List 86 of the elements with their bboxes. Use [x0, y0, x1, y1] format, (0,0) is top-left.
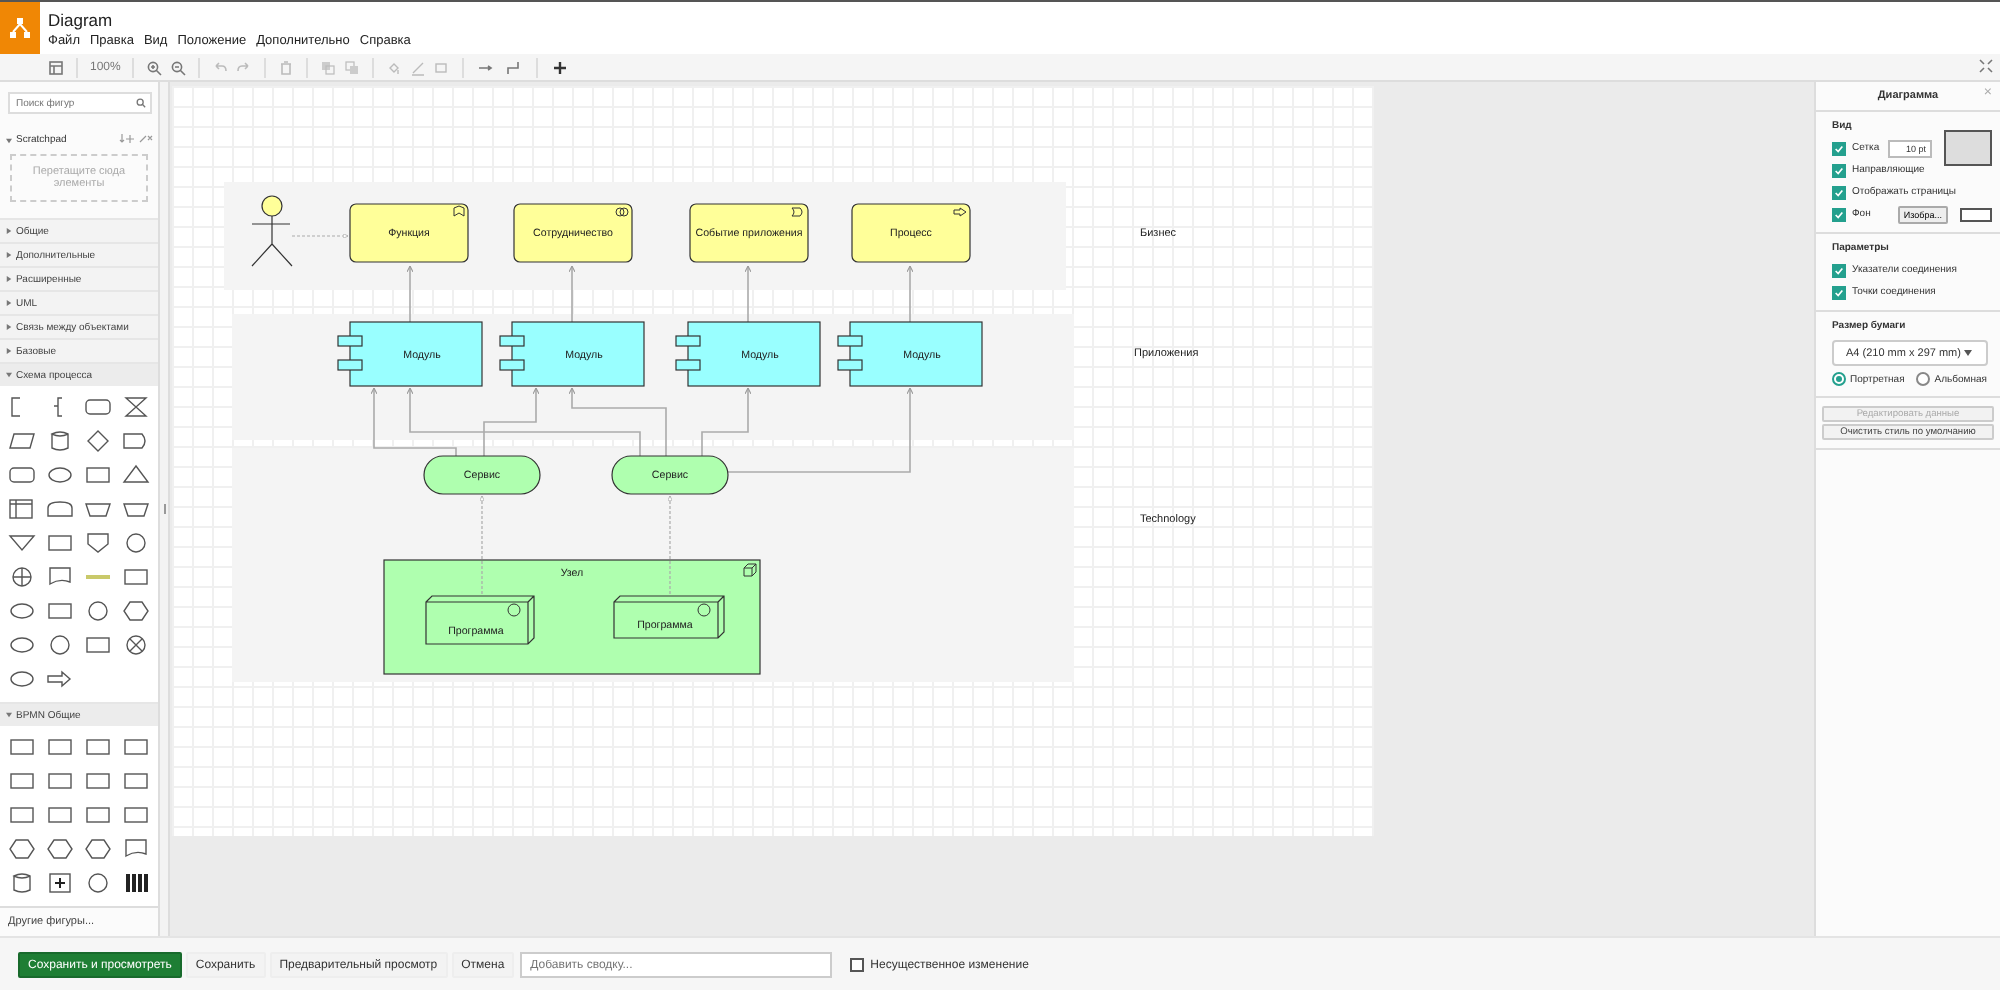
shape-icon[interactable] — [8, 634, 36, 656]
color-swatch[interactable] — [1944, 130, 1992, 166]
caret-icon[interactable] — [6, 372, 12, 378]
document-title: Diagram — [48, 10, 115, 30]
element-type-icon — [953, 207, 967, 217]
shape-icon[interactable] — [84, 430, 112, 452]
business-element-box[interactable] — [513, 203, 633, 263]
shape-icon[interactable] — [8, 872, 36, 894]
shape-icon[interactable] — [46, 498, 74, 520]
connector-arrow[interactable] — [406, 265, 414, 323]
shape-icon[interactable] — [8, 532, 36, 554]
caret-icon[interactable] — [6, 712, 12, 718]
element-type-icon — [791, 207, 803, 217]
caret-icon[interactable] — [6, 324, 12, 330]
actor-figure[interactable] — [251, 195, 293, 267]
page-view-icon[interactable] — [48, 59, 64, 75]
shape-icon[interactable] — [46, 430, 74, 452]
artifact-box[interactable] — [425, 595, 535, 645]
shape-icon[interactable] — [46, 668, 74, 690]
checkbox[interactable] — [1832, 263, 1846, 277]
shape-icon[interactable] — [84, 532, 112, 554]
caret-icon[interactable] — [6, 276, 12, 282]
checkbox[interactable] — [1832, 163, 1846, 177]
zoom-in-icon[interactable] — [146, 59, 163, 75]
checkbox[interactable] — [1832, 285, 1846, 299]
connector-arrow[interactable] — [568, 265, 576, 323]
caret-icon[interactable] — [6, 252, 12, 258]
business-element-box[interactable] — [349, 203, 469, 263]
connector-arrow[interactable] — [744, 265, 752, 323]
radio-button[interactable] — [1916, 372, 1931, 386]
fill-color-icon[interactable] — [386, 59, 403, 75]
shape-icon[interactable] — [84, 600, 112, 622]
zoom-out-icon[interactable] — [170, 59, 187, 75]
service-shape[interactable] — [423, 455, 541, 495]
connection-icon[interactable] — [476, 59, 497, 75]
shape-icon[interactable] — [122, 634, 150, 656]
checkbox[interactable] — [1832, 207, 1846, 221]
caret-icon[interactable] — [6, 348, 12, 354]
fullscreen-icon[interactable] — [1978, 57, 1994, 73]
radio-button[interactable] — [1832, 372, 1846, 386]
scratchpad-tools-icon[interactable] — [118, 133, 154, 147]
component-box[interactable] — [337, 321, 483, 387]
shape-icon[interactable] — [46, 566, 74, 588]
shape-icon[interactable] — [46, 872, 74, 894]
shape-icon[interactable] — [122, 838, 150, 860]
connector-arrow[interactable] — [483, 387, 540, 457]
line-color-icon[interactable] — [410, 59, 427, 75]
shape-icon[interactable] — [122, 532, 150, 554]
shape-icon[interactable] — [8, 838, 36, 860]
shape-icon[interactable] — [8, 430, 36, 452]
shape-icon[interactable] — [84, 838, 112, 860]
shape-icon[interactable] — [122, 600, 150, 622]
plus-icon[interactable] — [550, 59, 571, 75]
shape-icon[interactable] — [8, 668, 36, 690]
shape-icon[interactable] — [46, 838, 74, 860]
element-type-icon — [453, 205, 465, 217]
component-box[interactable] — [675, 321, 821, 387]
shape-icon[interactable] — [122, 396, 150, 418]
service-shape[interactable] — [611, 455, 729, 495]
shape-icon[interactable] — [46, 634, 74, 656]
checkbox[interactable] — [850, 958, 865, 972]
splitter-handle[interactable] — [163, 504, 165, 514]
waypoints-icon[interactable] — [504, 59, 525, 75]
caret-icon[interactable] — [6, 137, 12, 143]
shape-icon[interactable] — [122, 464, 150, 486]
element-type-icon — [615, 207, 629, 217]
shape-icon[interactable] — [84, 872, 112, 894]
shape-icon[interactable] — [46, 464, 74, 486]
shape-icon[interactable] — [8, 566, 36, 588]
component-box[interactable] — [499, 321, 645, 387]
node-cube-icon — [743, 563, 757, 577]
business-element-box[interactable] — [689, 203, 809, 263]
search-icon — [136, 98, 146, 108]
app-logo[interactable] — [0, 2, 40, 54]
dropdown-caret-icon — [1964, 350, 1973, 356]
color-swatch[interactable] — [1960, 207, 1992, 221]
component-box[interactable] — [837, 321, 983, 387]
connector-arrow[interactable] — [906, 265, 914, 323]
shape-icon[interactable] — [8, 600, 36, 622]
caret-icon[interactable] — [6, 300, 12, 306]
checkbox[interactable] — [1832, 141, 1846, 155]
caret-icon[interactable] — [6, 228, 12, 234]
artifact-box[interactable] — [613, 595, 725, 639]
shape-icon[interactable] — [122, 872, 150, 894]
business-element-box[interactable] — [851, 203, 971, 263]
checkbox[interactable] — [1832, 185, 1846, 199]
